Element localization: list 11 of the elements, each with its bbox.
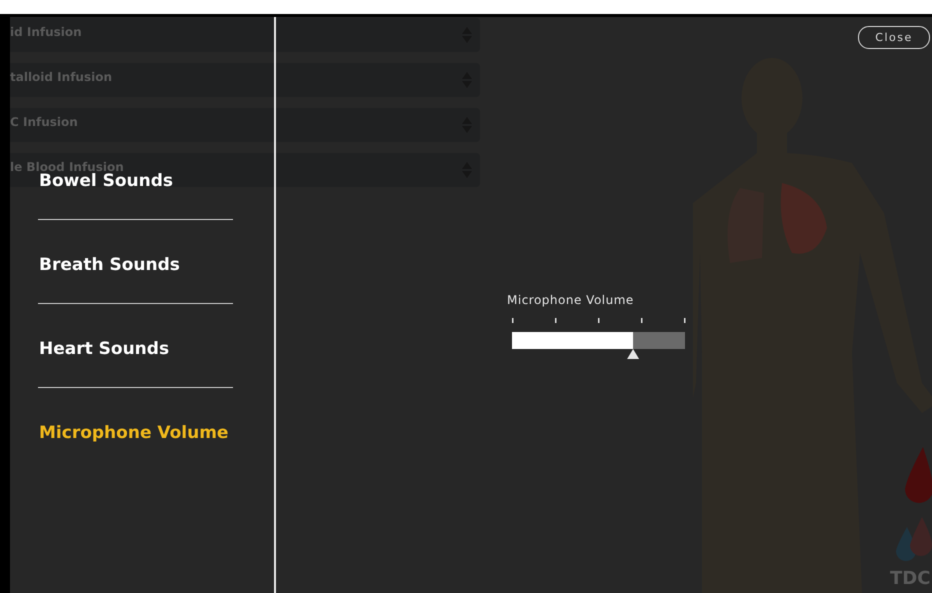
blood-drop-icon [903, 447, 932, 505]
slider-thumb[interactable] [627, 349, 640, 359]
menu-item[interactable]: Breath Sounds [39, 253, 180, 278]
menu-item[interactable]: Heart Sounds [39, 337, 170, 362]
dropdown-label: C Infusion [10, 114, 78, 131]
dropdown-label: id Infusion [10, 24, 82, 41]
dropdown-label: le Blood Infusion [10, 159, 124, 174]
close-button[interactable]: Close [858, 26, 930, 49]
slider-label: Microphone Volume [507, 292, 634, 309]
dropdown-label: talloid Infusion [10, 69, 112, 86]
menu-item[interactable]: Microphone Volume [39, 421, 228, 446]
